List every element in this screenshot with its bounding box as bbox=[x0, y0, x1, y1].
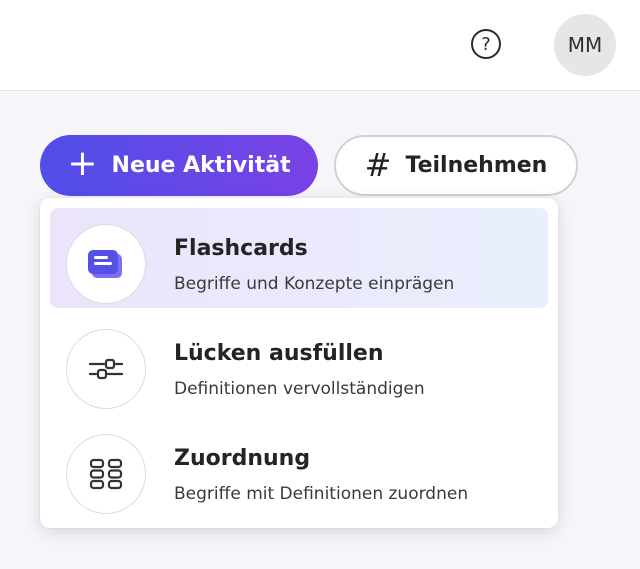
join-button[interactable]: # Teilnehmen bbox=[334, 135, 578, 196]
avatar[interactable]: MM bbox=[554, 14, 616, 76]
menu-item-title: Zuordnung bbox=[174, 446, 311, 471]
menu-item-subtitle: Begriffe mit Definitionen zuordnen bbox=[174, 484, 469, 504]
fill-blanks-icon bbox=[66, 329, 146, 409]
help-icon[interactable]: ? bbox=[471, 29, 501, 59]
menu-item-title: Flashcards bbox=[174, 236, 308, 261]
new-activity-button[interactable]: + Neue Aktivität bbox=[40, 135, 318, 196]
plus-icon: + bbox=[67, 143, 98, 184]
menu-item-fill-blanks[interactable]: Lücken ausfüllen Definitionen vervollstä… bbox=[50, 313, 548, 413]
matching-icon bbox=[66, 434, 146, 514]
menu-item-flashcards[interactable]: Flashcards Begriffe und Konzepte einpräg… bbox=[50, 208, 548, 308]
new-activity-menu: Flashcards Begriffe und Konzepte einpräg… bbox=[40, 198, 558, 528]
menu-item-subtitle: Definitionen vervollständigen bbox=[174, 379, 425, 399]
join-label: Teilnehmen bbox=[405, 153, 548, 178]
flashcards-icon bbox=[66, 224, 146, 304]
hash-icon: # bbox=[364, 145, 392, 184]
top-bar: ? MM bbox=[0, 0, 640, 91]
new-activity-label: Neue Aktivität bbox=[111, 153, 291, 178]
menu-item-matching[interactable]: Zuordnung Begriffe mit Definitionen zuor… bbox=[50, 418, 548, 518]
menu-item-title: Lücken ausfüllen bbox=[174, 341, 384, 366]
menu-item-subtitle: Begriffe und Konzepte einprägen bbox=[174, 274, 455, 294]
